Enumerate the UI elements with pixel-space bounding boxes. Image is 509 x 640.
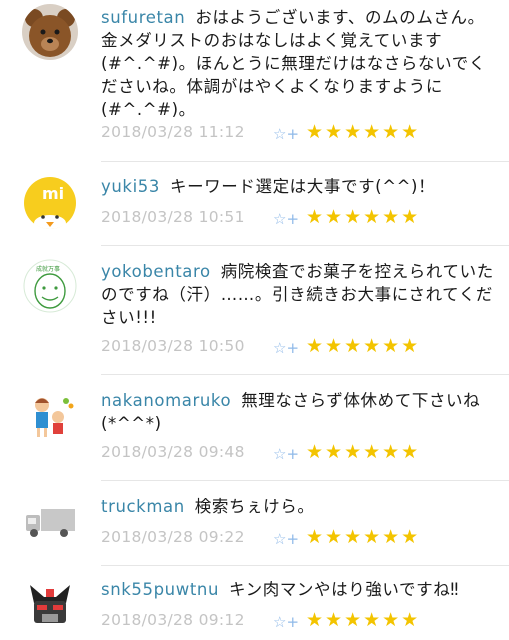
- smiling-face-drawing-avatar-icon: 成就万事: [22, 258, 78, 314]
- svg-text:成就万事: 成就万事: [36, 265, 60, 273]
- comment-date: 2018/03/28 10:50: [101, 337, 245, 355]
- svg-text:mi: mi: [42, 184, 64, 203]
- children-illustration-avatar-icon: [22, 387, 78, 443]
- comment-text: truckman 検索ちぇけら。: [101, 495, 497, 518]
- divider: [101, 480, 509, 481]
- comment-username[interactable]: snk55puwtnu: [101, 580, 219, 599]
- truck-avatar-icon: [22, 493, 78, 549]
- avatar[interactable]: 成就万事: [22, 258, 78, 314]
- star-rating[interactable]: ★★★★★★: [306, 609, 420, 631]
- star-rating[interactable]: ★★★★★★: [306, 441, 420, 463]
- comment-username[interactable]: sufuretan: [101, 8, 185, 27]
- comment-body: キーワード選定は大事です(^^)！: [169, 177, 436, 196]
- comment-text: sufuretan おはようございます、のムのムさん。金メダリストのおはなしはよく…: [101, 6, 497, 121]
- star-rating[interactable]: ★★★★★★: [306, 121, 420, 143]
- add-favorite-icon[interactable]: ☆+: [273, 613, 299, 631]
- comment-body: キン肉マンやはり強いですね‼: [229, 580, 459, 599]
- avatar[interactable]: [22, 387, 78, 443]
- comment-text: yuki53 キーワード選定は大事です(^^)！: [101, 175, 497, 198]
- comment-text: snk55puwtnu キン肉マンやはり強いですね‼: [101, 578, 497, 601]
- avatar[interactable]: [22, 577, 78, 633]
- comment-username[interactable]: yokobentaro: [101, 262, 211, 281]
- duck-mi-avatar-icon: mi: [22, 173, 78, 229]
- comment-body: 検索ちぇけら。: [194, 497, 315, 516]
- comment-date: 2018/03/28 09:12: [101, 611, 245, 629]
- star-rating[interactable]: ★★★★★★: [306, 526, 420, 548]
- teddy-bear-avatar-icon: [22, 4, 78, 60]
- comment-text: yokobentaro 病院検査でお菓子を控えられていたのですね（汗）……。引き続…: [101, 260, 497, 329]
- divider: [101, 374, 509, 375]
- divider: [101, 161, 509, 162]
- avatar[interactable]: [22, 493, 78, 549]
- comment-date: 2018/03/28 09:48: [101, 443, 245, 461]
- robot-helmet-avatar-icon: [22, 577, 78, 633]
- add-favorite-icon[interactable]: ☆+: [273, 210, 299, 228]
- star-rating[interactable]: ★★★★★★: [306, 206, 420, 228]
- add-favorite-icon[interactable]: ☆+: [273, 339, 299, 357]
- comment-date: 2018/03/28 09:22: [101, 528, 245, 546]
- divider: [101, 565, 509, 566]
- avatar[interactable]: [22, 4, 78, 60]
- add-favorite-icon[interactable]: ☆+: [273, 445, 299, 463]
- comment-date: 2018/03/28 10:51: [101, 208, 245, 226]
- comment-date: 2018/03/28 11:12: [101, 123, 245, 141]
- comment-username[interactable]: truckman: [101, 497, 185, 516]
- comment-username[interactable]: nakanomaruko: [101, 391, 231, 410]
- comment-text: nakanomaruko 無理なさらず体休めて下さいね(*^^*): [101, 389, 497, 435]
- add-favorite-icon[interactable]: ☆+: [273, 530, 299, 548]
- star-rating[interactable]: ★★★★★★: [306, 335, 420, 357]
- comment-username[interactable]: yuki53: [101, 177, 160, 196]
- add-favorite-icon[interactable]: ☆+: [273, 125, 299, 143]
- divider: [101, 245, 509, 246]
- avatar[interactable]: mi: [22, 173, 78, 229]
